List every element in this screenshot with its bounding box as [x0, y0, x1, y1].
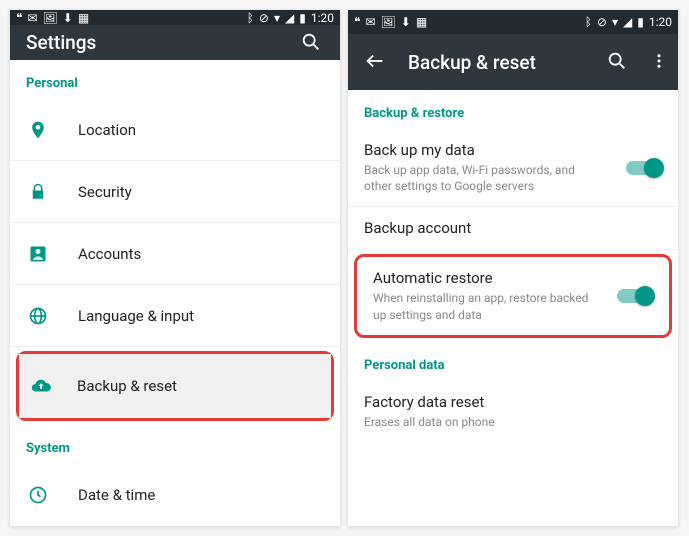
item-label: Accounts [78, 245, 324, 263]
hangouts-icon: ❝ [354, 16, 360, 28]
do-not-disturb-icon: ⊘ [597, 16, 607, 28]
search-button[interactable] [606, 50, 630, 74]
status-right: ᛒ ⊘ ▾ ◢ ▮ 1:20 [585, 16, 672, 28]
search-icon [300, 31, 322, 53]
download-icon: ⬇ [63, 12, 73, 24]
settings-item-accounts[interactable]: Accounts [10, 223, 340, 285]
settings-item-backup-reset[interactable]: Backup & reset [19, 354, 331, 418]
search-icon [606, 50, 628, 72]
hangouts-icon: ❝ [16, 12, 22, 24]
envelope-icon: ✉ [365, 16, 375, 28]
item-label: Date & time [78, 486, 324, 504]
highlight-auto-restore: Automatic restore When reinstalling an a… [354, 254, 672, 337]
location-icon [26, 120, 50, 140]
image-icon: 🖼 [381, 16, 396, 28]
wifi-icon: ▾ [274, 12, 280, 24]
overflow-button[interactable] [650, 50, 662, 74]
download-icon: ⬇ [401, 16, 411, 28]
section-personal: Personal [10, 60, 340, 99]
more-vert-icon [650, 50, 668, 72]
globe-icon [26, 306, 50, 326]
bluetooth-icon: ᛒ [247, 12, 254, 24]
toggle-backup-my-data[interactable] [626, 161, 662, 175]
item-label: Backup & reset [77, 377, 321, 395]
item-sub: When reinstalling an app, restore backed… [373, 290, 603, 322]
section-backup-restore: Backup & restore [348, 90, 678, 129]
item-factory-reset[interactable]: Factory data reset Erases all data on ph… [348, 381, 678, 442]
item-backup-account[interactable]: Backup account [348, 207, 678, 250]
status-bar: ❝ ✉ 🖼 ⬇ ▦ ᛒ ⊘ ▾ ◢ ▮ 1:20 [10, 10, 340, 25]
phone-right: ❝ ✉ 🖼 ⬇ ▦ ᛒ ⊘ ▾ ◢ ▮ 1:20 Backup & reset … [348, 10, 678, 526]
cloud-upload-icon [29, 375, 53, 397]
item-sub: Erases all data on phone [364, 414, 594, 430]
status-right: ᛒ ⊘ ▾ ◢ ▮ 1:20 [247, 12, 334, 24]
section-system: System [10, 425, 340, 464]
person-icon [26, 244, 50, 264]
item-label: Location [78, 121, 324, 139]
battery-icon: ▮ [299, 12, 306, 24]
settings-item-security[interactable]: Security [10, 161, 340, 223]
envelope-icon: ✉ [27, 12, 37, 24]
wifi-icon: ▾ [612, 16, 618, 28]
signal-icon: ◢ [285, 12, 294, 24]
bluetooth-icon: ᛒ [585, 16, 592, 28]
search-button[interactable] [300, 31, 324, 55]
toggle-automatic-restore[interactable] [617, 289, 653, 303]
item-backup-my-data[interactable]: Back up my data Back up app data, Wi-Fi … [348, 129, 678, 207]
page-title: Backup & reset [408, 51, 586, 74]
clock-icon [26, 485, 50, 505]
do-not-disturb-icon: ⊘ [259, 12, 269, 24]
back-button[interactable] [364, 50, 388, 74]
item-sub: Back up app data, Wi-Fi passwords, and o… [364, 162, 594, 194]
item-label: Language & input [78, 307, 324, 325]
phone-left: ❝ ✉ 🖼 ⬇ ▦ ᛒ ⊘ ▾ ◢ ▮ 1:20 Settings Person… [10, 10, 340, 526]
item-title: Factory data reset [364, 393, 662, 411]
battery-icon: ▮ [637, 16, 644, 28]
highlight-backup-reset: Backup & reset [16, 351, 334, 421]
item-title: Automatic restore [373, 269, 617, 287]
settings-item-language[interactable]: Language & input [10, 285, 340, 347]
signal-icon: ◢ [623, 16, 632, 28]
clock-text: 1:20 [311, 12, 334, 24]
item-title: Back up my data [364, 141, 626, 159]
lock-icon [26, 183, 50, 201]
section-personal-data: Personal data [348, 342, 678, 381]
clock-text: 1:20 [649, 16, 672, 28]
page-title: Settings [26, 31, 280, 54]
settings-item-date-time[interactable]: Date & time [10, 464, 340, 526]
status-left: ❝ ✉ 🖼 ⬇ ▦ [354, 16, 427, 28]
item-title: Backup account [364, 219, 662, 237]
arrow-left-icon [364, 50, 386, 72]
status-bar: ❝ ✉ 🖼 ⬇ ▦ ᛒ ⊘ ▾ ◢ ▮ 1:20 [348, 10, 678, 34]
appbar-backup-reset: Backup & reset [348, 34, 678, 90]
settings-item-location[interactable]: Location [10, 99, 340, 161]
item-label: Security [78, 183, 324, 201]
image-icon: 🖼 [43, 12, 58, 24]
item-automatic-restore[interactable]: Automatic restore When reinstalling an a… [357, 257, 669, 334]
app-icon: ▦ [416, 16, 427, 28]
app-icon: ▦ [78, 12, 89, 24]
appbar-settings: Settings [10, 25, 340, 60]
status-left: ❝ ✉ 🖼 ⬇ ▦ [16, 12, 89, 24]
